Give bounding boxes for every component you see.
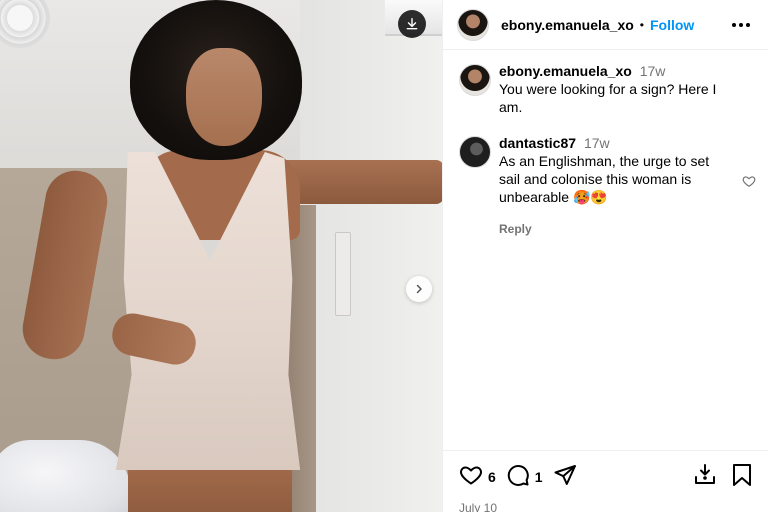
photo-subject — [0, 0, 442, 512]
like-button[interactable]: 6 — [459, 463, 496, 492]
comment-text: As an Englishman, the urge to set sail a… — [499, 153, 710, 205]
comments-list: ebony.emanuela_xo 17w You were looking f… — [443, 50, 768, 238]
reply-button[interactable]: Reply — [499, 220, 532, 238]
avatar[interactable] — [457, 8, 489, 41]
comment-username[interactable]: dantastic87 — [499, 135, 576, 151]
header-username[interactable]: ebony.emanuela_xo — [501, 17, 634, 33]
comment-avatar[interactable] — [459, 136, 491, 168]
post-header: ebony.emanuela_xo • Follow — [443, 0, 768, 50]
post-date: July 10 — [459, 501, 498, 512]
share-button[interactable] — [553, 463, 577, 492]
post-sidebar: ebony.emanuela_xo • Follow ebony.emanuel… — [442, 0, 768, 512]
caption-text: You were looking for a sign? Here I am. — [499, 81, 717, 115]
send-icon — [553, 463, 577, 492]
list-item: dantastic87 17w As an Englishman, the ur… — [459, 134, 756, 238]
comment-button[interactable]: 1 — [506, 463, 543, 492]
bookmark-icon[interactable] — [731, 463, 753, 492]
subject-arm-left — [17, 166, 113, 364]
tagged-user-icon[interactable] — [693, 463, 717, 492]
separator-dot: • — [639, 17, 644, 32]
download-icon[interactable] — [398, 10, 426, 38]
heart-icon — [459, 463, 483, 492]
more-options-icon[interactable] — [728, 19, 754, 31]
comment-icon — [506, 463, 530, 492]
chevron-right-icon[interactable] — [406, 276, 432, 302]
caption-avatar[interactable] — [459, 64, 491, 96]
comment-time: 17w — [583, 135, 610, 151]
post-photo — [0, 0, 442, 512]
follow-button[interactable]: Follow — [650, 17, 694, 33]
action-bar: 6 1 July 10 — [443, 450, 768, 512]
comment-like-heart-icon[interactable] — [742, 174, 756, 193]
caption-time: 17w — [639, 63, 666, 79]
like-count: 6 — [488, 469, 496, 485]
caption: ebony.emanuela_xo 17w You were looking f… — [459, 62, 752, 116]
caption-username[interactable]: ebony.emanuela_xo — [499, 63, 632, 79]
comment-count: 1 — [534, 469, 543, 485]
subject-face — [186, 48, 262, 146]
